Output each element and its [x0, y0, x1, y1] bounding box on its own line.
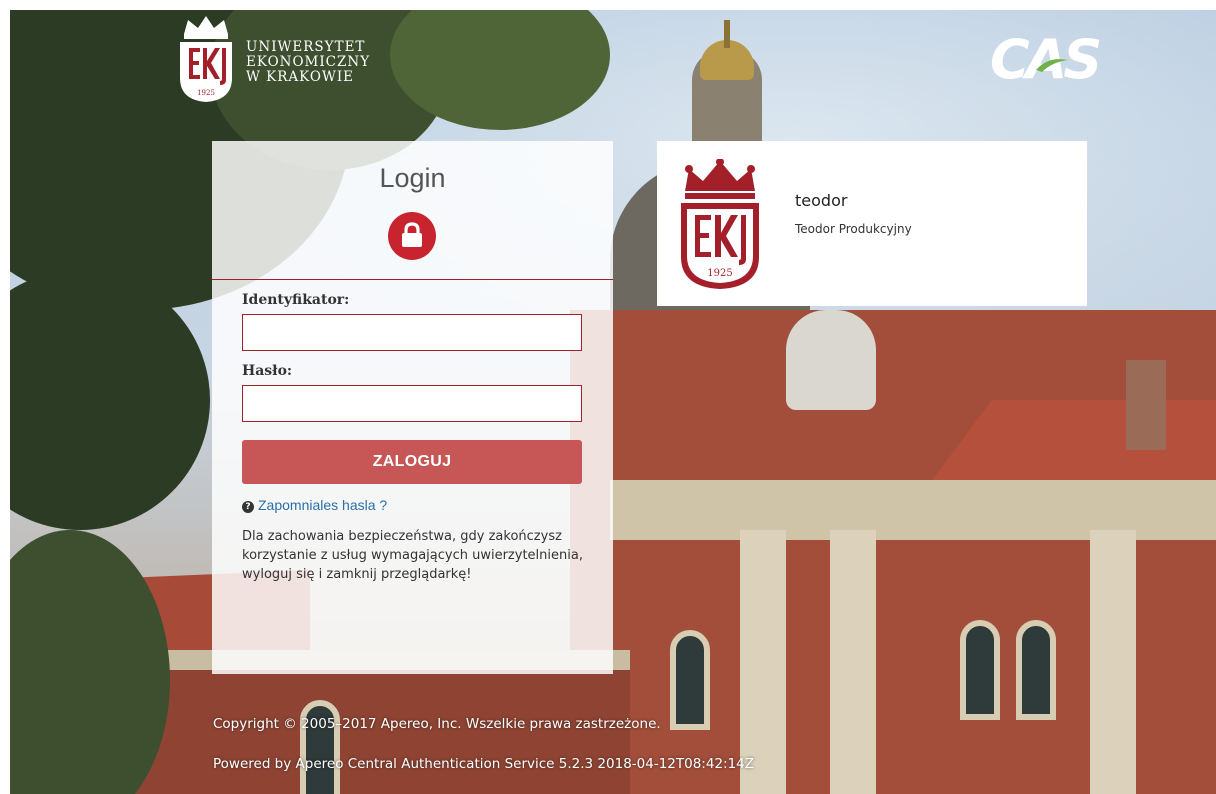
- question-circle-icon: ?: [242, 501, 254, 513]
- window: [670, 630, 710, 730]
- username-input[interactable]: [242, 314, 582, 351]
- security-note: Dla zachowania bezpieczeństwa, gdy zakoń…: [242, 529, 583, 582]
- university-name: UNIWERSYTET EKONOMICZNY W KRAKOWIE: [246, 40, 370, 85]
- login-title: Login: [379, 163, 446, 193]
- login-button[interactable]: ZALOGUJ: [242, 440, 582, 484]
- window: [960, 620, 1000, 720]
- statue: [786, 310, 876, 410]
- pillar: [830, 530, 876, 794]
- university-name-line: EKONOMICZNY: [246, 54, 371, 70]
- uek-logo-year: 1925: [197, 89, 215, 97]
- footer-powered-by: Powered by Apereo Central Authentication…: [213, 756, 755, 772]
- service-info-card: 1925 teodor Teodor Produkcyjny: [657, 141, 1087, 306]
- window: [300, 700, 340, 794]
- service-logo: 1925: [681, 159, 759, 289]
- login-form: Identyfikator: Hasło: ZALOGUJ ? Zapomnial…: [212, 280, 613, 584]
- username-label: Identyfikator:: [242, 292, 350, 308]
- password-label: Hasło:: [242, 363, 293, 379]
- background-photo: [10, 10, 1216, 794]
- lock-badge: [388, 212, 436, 260]
- pillar: [740, 530, 786, 794]
- password-input[interactable]: [242, 385, 582, 422]
- tree-foliage: [10, 530, 170, 794]
- university-name-line: UNIWERSYTET: [246, 39, 366, 55]
- cas-logo-text: CAS: [990, 28, 1099, 91]
- pillar: [1090, 530, 1136, 794]
- building-left: [110, 670, 630, 794]
- login-panel: Login Identyfikator: Hasło: ZALOGUJ ? Zap…: [212, 141, 613, 674]
- service-description: Teodor Produkcyjny: [795, 222, 912, 236]
- tower-spire: [724, 20, 730, 48]
- window: [1016, 620, 1056, 720]
- service-logo-year: 1925: [707, 268, 732, 279]
- uek-logo: 1925: [180, 16, 232, 102]
- chimney: [1126, 360, 1166, 450]
- login-header: Login: [212, 141, 613, 280]
- service-name: teodor: [795, 191, 848, 210]
- cas-logo: CAS: [990, 28, 1103, 91]
- university-name-line: W KRAKOWIE: [246, 69, 355, 85]
- lock-icon: [402, 222, 422, 247]
- forgot-password-row: ? Zapomniales hasla ?: [242, 497, 583, 513]
- forgot-password-link[interactable]: Zapomniales hasla ?: [258, 497, 387, 513]
- footer-copyright: Copyright © 2005–2017 Apereo, Inc. Wszel…: [213, 716, 661, 732]
